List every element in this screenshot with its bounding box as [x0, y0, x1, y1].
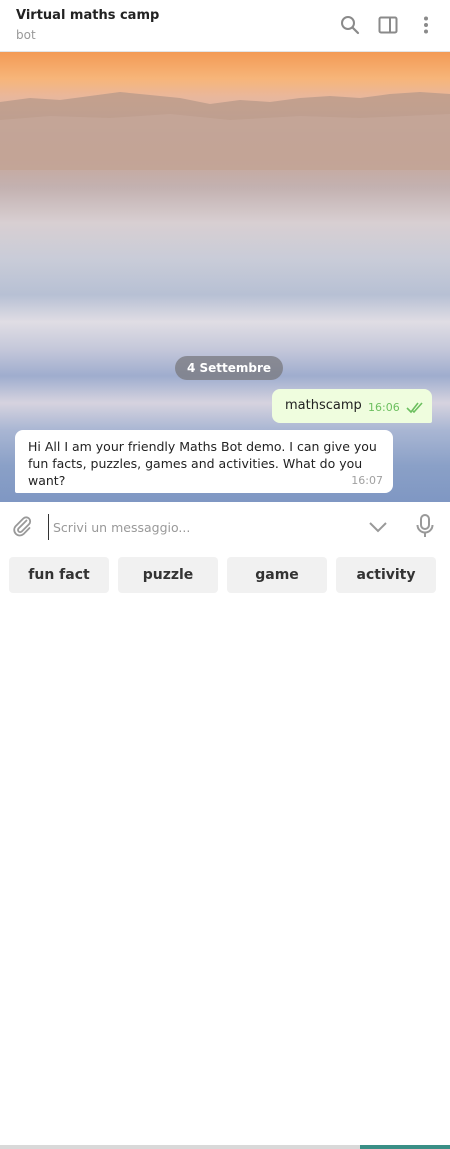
microphone-icon[interactable]: [414, 513, 436, 539]
read-ticks-icon: [406, 402, 423, 414]
bot-keyboard: fun fact puzzle game activity: [0, 548, 450, 1149]
message-input[interactable]: [48, 514, 355, 540]
keyboard-button-puzzle[interactable]: puzzle: [118, 557, 218, 593]
outgoing-message[interactable]: mathscamp 16:06: [272, 389, 432, 423]
date-separator: 4 Settembre: [175, 356, 284, 380]
chat-title[interactable]: Virtual maths camp: [16, 8, 159, 23]
chat-area[interactable]: 4 Settembre mathscamp 16:06 Hi All I am …: [0, 52, 450, 502]
search-icon[interactable]: [339, 14, 361, 36]
bottom-scrollbar: [0, 1145, 450, 1149]
keyboard-button-fun-fact[interactable]: fun fact: [9, 557, 109, 593]
message-time: 16:07: [351, 474, 383, 487]
paperclip-icon[interactable]: [10, 514, 34, 538]
message-composer: [0, 502, 450, 548]
chat-header: Virtual maths camp bot: [0, 0, 450, 52]
keyboard-button-activity[interactable]: activity: [336, 557, 436, 593]
incoming-message[interactable]: Hi All I am your friendly Maths Bot demo…: [15, 430, 393, 493]
background-mountains: [0, 92, 450, 170]
chat-subtitle: bot: [16, 28, 36, 42]
more-vertical-icon[interactable]: [415, 14, 437, 36]
keyboard-button-game[interactable]: game: [227, 557, 327, 593]
message-text: Hi All I am your friendly Maths Bot demo…: [28, 439, 377, 488]
message-time: 16:06: [368, 401, 400, 414]
message-text: mathscamp: [285, 398, 362, 413]
sidebar-toggle-icon[interactable]: [377, 14, 399, 36]
chevron-down-icon[interactable]: [367, 516, 389, 538]
